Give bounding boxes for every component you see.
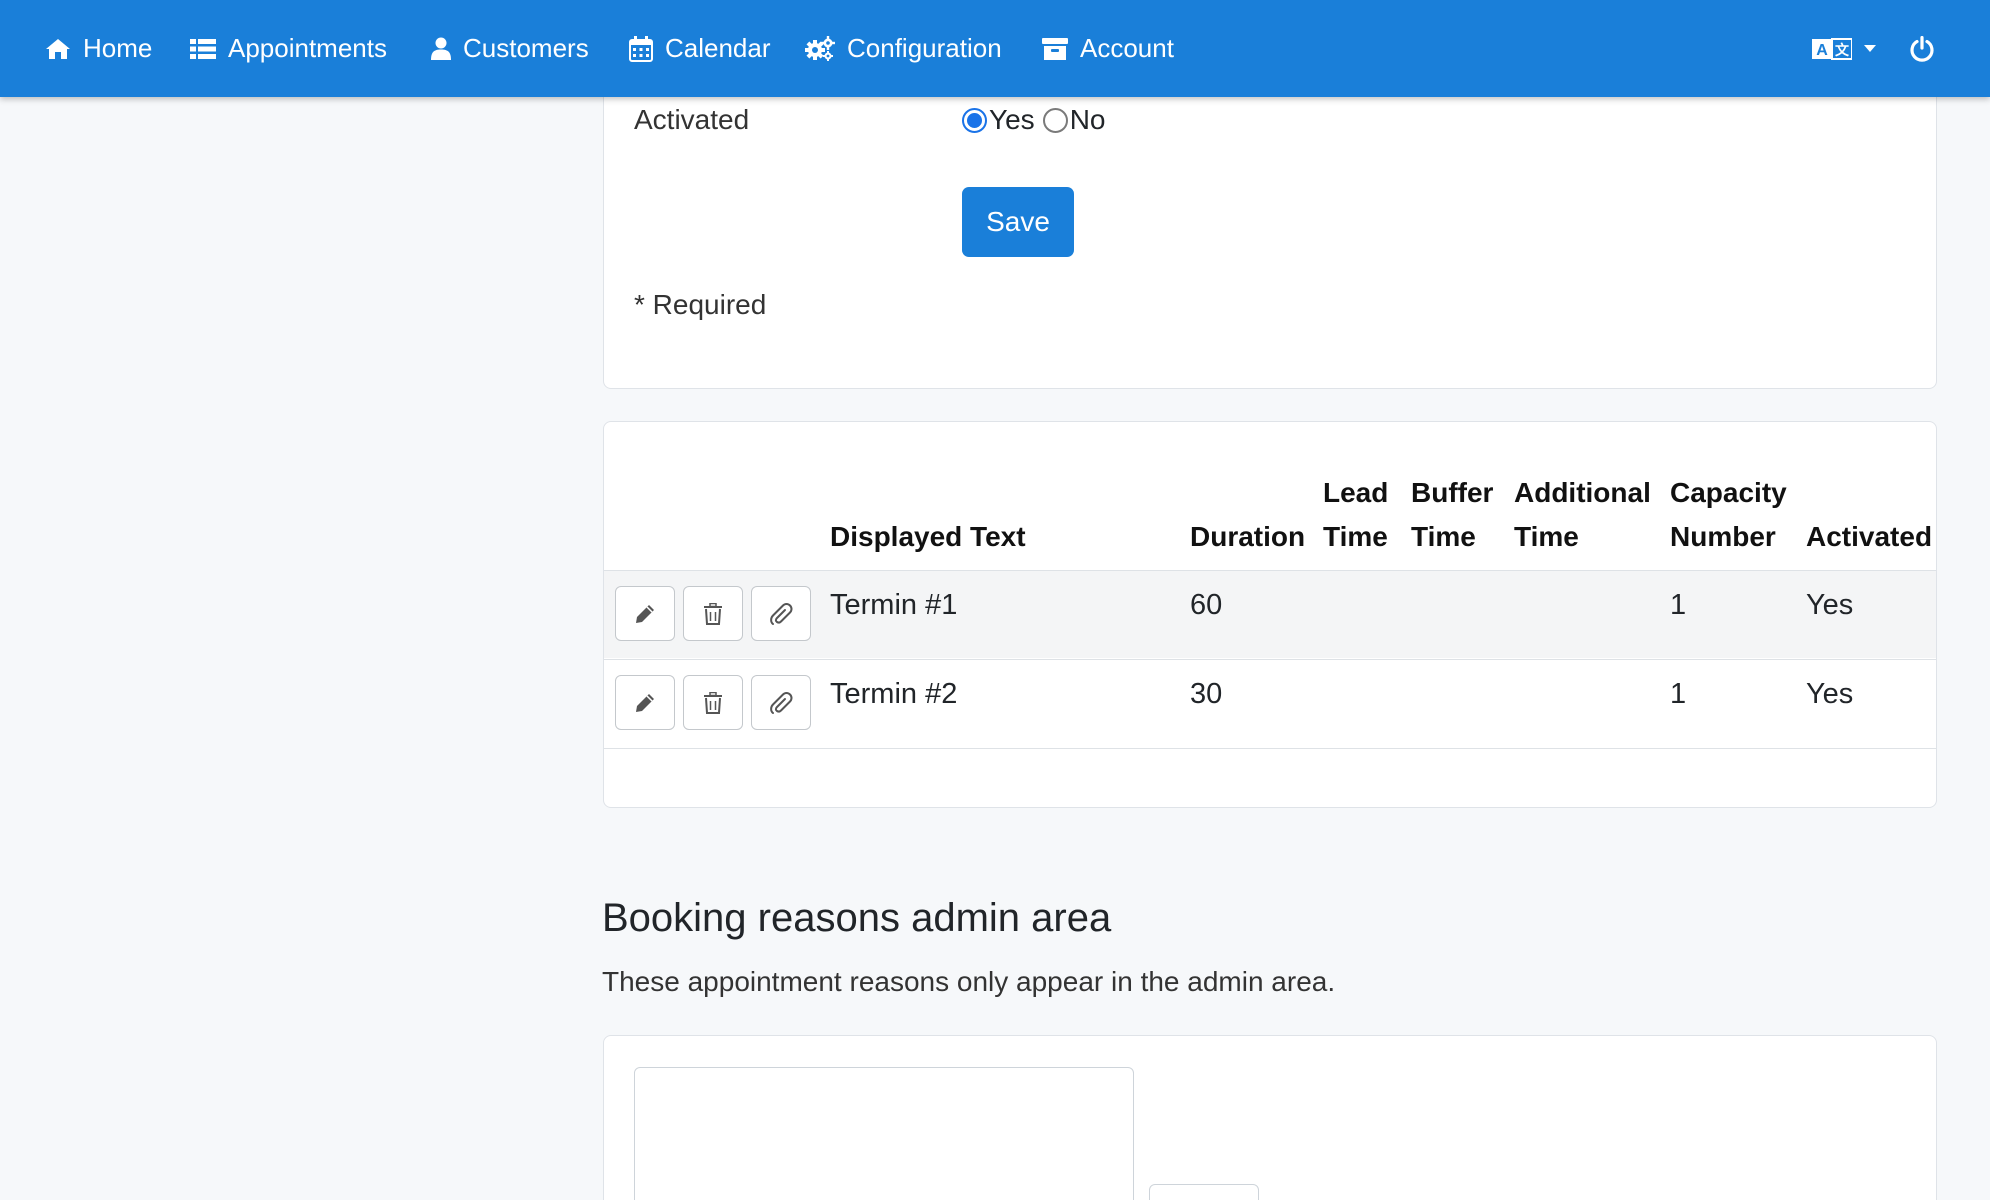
archive-icon [1042,37,1068,60]
header-lead-time-line2: Time [1323,521,1388,552]
attach-button[interactable] [751,586,811,641]
gears-icon [805,35,835,61]
table-row: Termin #1 60 1 Yes [604,570,1936,658]
header-buffer-time: Buffer Time [1411,471,1493,559]
nav-configuration-label: Configuration [847,33,1002,63]
list-icon [190,38,216,59]
activated-label: Activated [634,104,750,135]
header-capacity-number-line2: Number [1670,521,1776,552]
header-activated: Activated [1806,471,1932,559]
header-buffer-time-line2: Time [1411,521,1476,552]
nav-customers-label: Customers [463,33,589,63]
cell-activated: Yes [1806,678,1854,710]
nav-account[interactable]: Account [1042,0,1174,97]
booking-reasons-card [603,1035,1937,1200]
trash-icon [704,691,722,714]
nav-configuration[interactable]: Configuration [805,0,1002,97]
nav-home[interactable]: Home [45,0,152,97]
table-bottom-divider [604,748,1936,749]
header-additional-time-line2: Time [1514,521,1579,552]
header-capacity-number-line1: Capacity [1670,477,1787,508]
cell-capacity-number: 1 [1670,589,1687,621]
delete-button[interactable] [683,586,743,641]
table-row: Termin #2 30 1 Yes [604,659,1936,747]
edit-button[interactable] [615,675,675,730]
paperclip-icon [770,691,793,714]
home-icon [46,38,70,59]
activated-yes-radio[interactable] [962,107,987,133]
appointment-types-table: Displayed Text Duration Lead Time Buffer… [603,421,1937,808]
calendar-icon [629,35,653,62]
activated-no-radio[interactable] [1042,107,1068,133]
booking-reasons-textarea[interactable] [634,1067,1134,1200]
top-navbar: Home Appointments Customers Calendar Con… [0,0,1990,97]
nav-home-label: Home [83,33,153,63]
pencil-icon [636,693,654,712]
nav-calendar-label: Calendar [665,33,771,63]
nav-appointments-label: Appointments [228,33,387,63]
header-additional-time-line1: Additional [1514,477,1651,508]
edit-button[interactable] [615,586,675,641]
cell-displayed-text: Termin #2 [830,678,958,710]
cell-duration: 30 [1190,678,1223,710]
cell-activated: Yes [1806,589,1854,621]
nav-calendar[interactable]: Calendar [629,0,771,97]
activated-yes-label: Yes [989,104,1035,135]
header-duration-label: Duration [1190,521,1306,552]
logout-button[interactable] [1909,0,1935,97]
header-duration: Duration [1190,471,1305,559]
svg-text:文: 文 [1835,42,1850,59]
header-buffer-time-line1: Buffer [1411,477,1494,508]
chevron-down-icon [1864,45,1876,52]
nav-customers[interactable]: Customers [431,0,589,97]
svg-text:A: A [1816,42,1828,59]
nav-appointments[interactable]: Appointments [190,0,387,97]
cell-displayed-text: Termin #1 [830,589,958,621]
delete-button[interactable] [683,675,743,730]
power-icon [1910,35,1934,62]
required-note: * Required [634,289,767,320]
header-displayed-text: Displayed Text [830,471,1026,559]
header-displayed-text-label: Displayed Text [830,521,1026,552]
appointment-type-form-card: Activated Yes No Save * Required [603,60,1937,389]
activated-radio-group: Yes No [962,104,1113,136]
attach-button[interactable] [751,675,811,730]
trash-icon [704,602,722,625]
booking-reasons-add-button[interactable] [1149,1184,1259,1200]
cell-capacity-number: 1 [1670,678,1687,710]
language-dropdown[interactable]: A 文 [1812,0,1876,97]
user-icon [431,37,451,60]
language-icon: A 文 [1812,37,1852,60]
header-activated-label: Activated [1806,521,1933,552]
pencil-icon [636,604,654,623]
activated-no-label: No [1069,104,1106,135]
booking-reasons-description: These appointment reasons only appear in… [602,966,1336,997]
header-capacity-number: Capacity Number [1670,471,1787,559]
nav-account-label: Account [1080,33,1174,63]
save-button[interactable]: Save [962,187,1074,257]
header-additional-time: Additional Time [1514,471,1651,559]
paperclip-icon [770,602,793,625]
header-lead-time-line1: Lead [1323,477,1389,508]
booking-reasons-title: Booking reasons admin area [602,896,1112,940]
cell-duration: 60 [1190,589,1223,621]
header-lead-time: Lead Time [1323,471,1388,559]
